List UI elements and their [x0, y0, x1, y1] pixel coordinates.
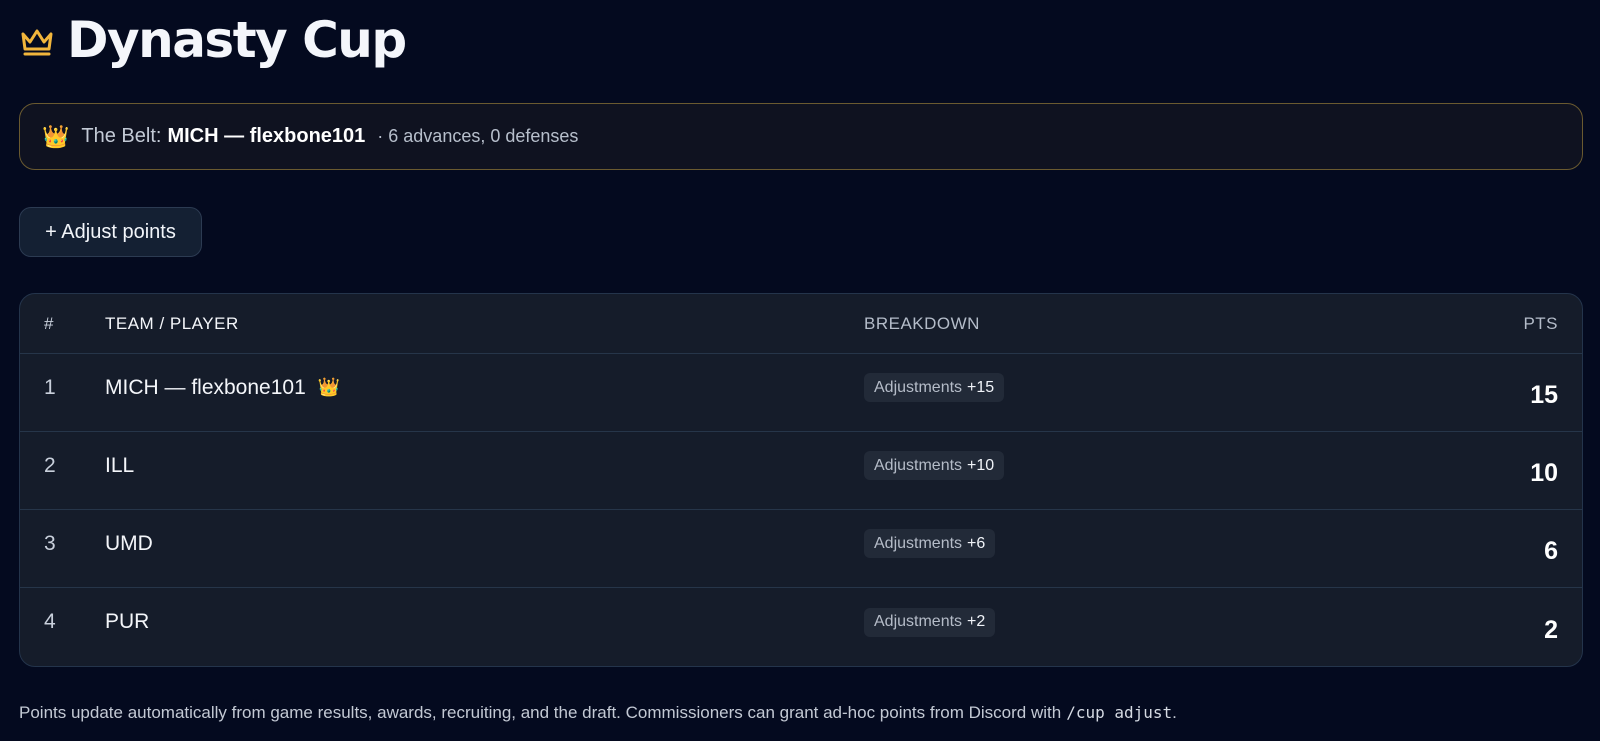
table-header: # TEAM / PLAYER BREAKDOWN PTS — [20, 294, 1582, 354]
row-breakdown: Adjustments +10 — [864, 451, 1442, 480]
header-breakdown: BREAKDOWN — [864, 313, 980, 333]
row-breakdown: Adjustments +2 — [864, 607, 1442, 637]
belt-holder: MICH — flexbone101 — [167, 125, 366, 147]
belt-stats: · 6 advances, 0 defenses — [377, 126, 579, 146]
footer-text: Points update automatically from game re… — [19, 703, 1062, 722]
footer-command: /cup adjust — [1066, 703, 1173, 722]
chip-label: Adjustments — [874, 456, 963, 474]
page: Dynasty Cup 👑 The Belt: MICH — flexbone1… — [0, 0, 1600, 741]
row-rank: 4 — [44, 610, 56, 633]
adjustments-chip: Adjustments +6 — [864, 529, 996, 558]
row-rank: 2 — [44, 453, 56, 477]
header-rank: # — [44, 313, 54, 333]
standings-table: # TEAM / PLAYER BREAKDOWN PTS 1 MICH — f… — [19, 293, 1583, 667]
belt-holder-crown-icon: 👑 — [317, 377, 341, 397]
chip-value: +6 — [967, 534, 986, 552]
table-row: 4 PUR Adjustments +2 2 — [20, 588, 1582, 666]
belt-banner: 👑 The Belt: MICH — flexbone101 · 6 advan… — [19, 103, 1583, 170]
table-row: 3 UMD Adjustments +6 6 — [20, 510, 1582, 588]
chip-label: Adjustments — [874, 378, 963, 396]
crown-emoji-icon: 👑 — [42, 123, 70, 149]
team-name: PUR — [105, 610, 150, 633]
row-team: PUR — [105, 610, 864, 634]
row-rank: 1 — [44, 375, 56, 399]
row-team: ILL — [105, 454, 864, 478]
adjustments-chip: Adjustments +15 — [864, 373, 1005, 402]
team-name: UMD — [105, 531, 153, 555]
table-row: 2 ILL Adjustments +10 10 — [20, 432, 1582, 510]
row-pts: 2 — [1544, 615, 1558, 644]
chip-label: Adjustments — [874, 613, 963, 630]
adjust-points-button[interactable]: + Adjust points — [19, 207, 202, 257]
chip-label: Adjustments — [874, 534, 963, 552]
team-name: ILL — [105, 453, 135, 477]
row-pts: 6 — [1544, 537, 1558, 565]
chip-value: +2 — [967, 613, 986, 630]
header-pts: PTS — [1523, 313, 1558, 333]
row-team: UMD — [105, 532, 864, 556]
chip-value: +15 — [967, 378, 995, 396]
adjustments-chip: Adjustments +2 — [864, 607, 996, 637]
footer-end: . — [1172, 703, 1177, 722]
chip-value: +10 — [967, 456, 995, 474]
belt-label: The Belt: — [81, 125, 162, 147]
adjustments-chip: Adjustments +10 — [864, 451, 1005, 480]
row-breakdown: Adjustments +15 — [864, 373, 1442, 402]
row-breakdown: Adjustments +6 — [864, 529, 1442, 558]
row-rank: 3 — [44, 531, 56, 555]
crown-icon — [21, 29, 53, 56]
page-header: Dynasty Cup — [19, 0, 1581, 80]
team-name: MICH — flexbone101 — [105, 375, 306, 399]
row-team: MICH — flexbone101 👑 — [105, 376, 864, 400]
row-pts: 15 — [1530, 381, 1558, 409]
page-title: Dynasty Cup — [67, 11, 407, 69]
header-team: TEAM / PLAYER — [105, 313, 239, 333]
table-row: 1 MICH — flexbone101 👑 Adjustments +15 1… — [20, 354, 1582, 432]
footer-note: Points update automatically from game re… — [19, 703, 1177, 723]
row-pts: 10 — [1530, 459, 1558, 487]
